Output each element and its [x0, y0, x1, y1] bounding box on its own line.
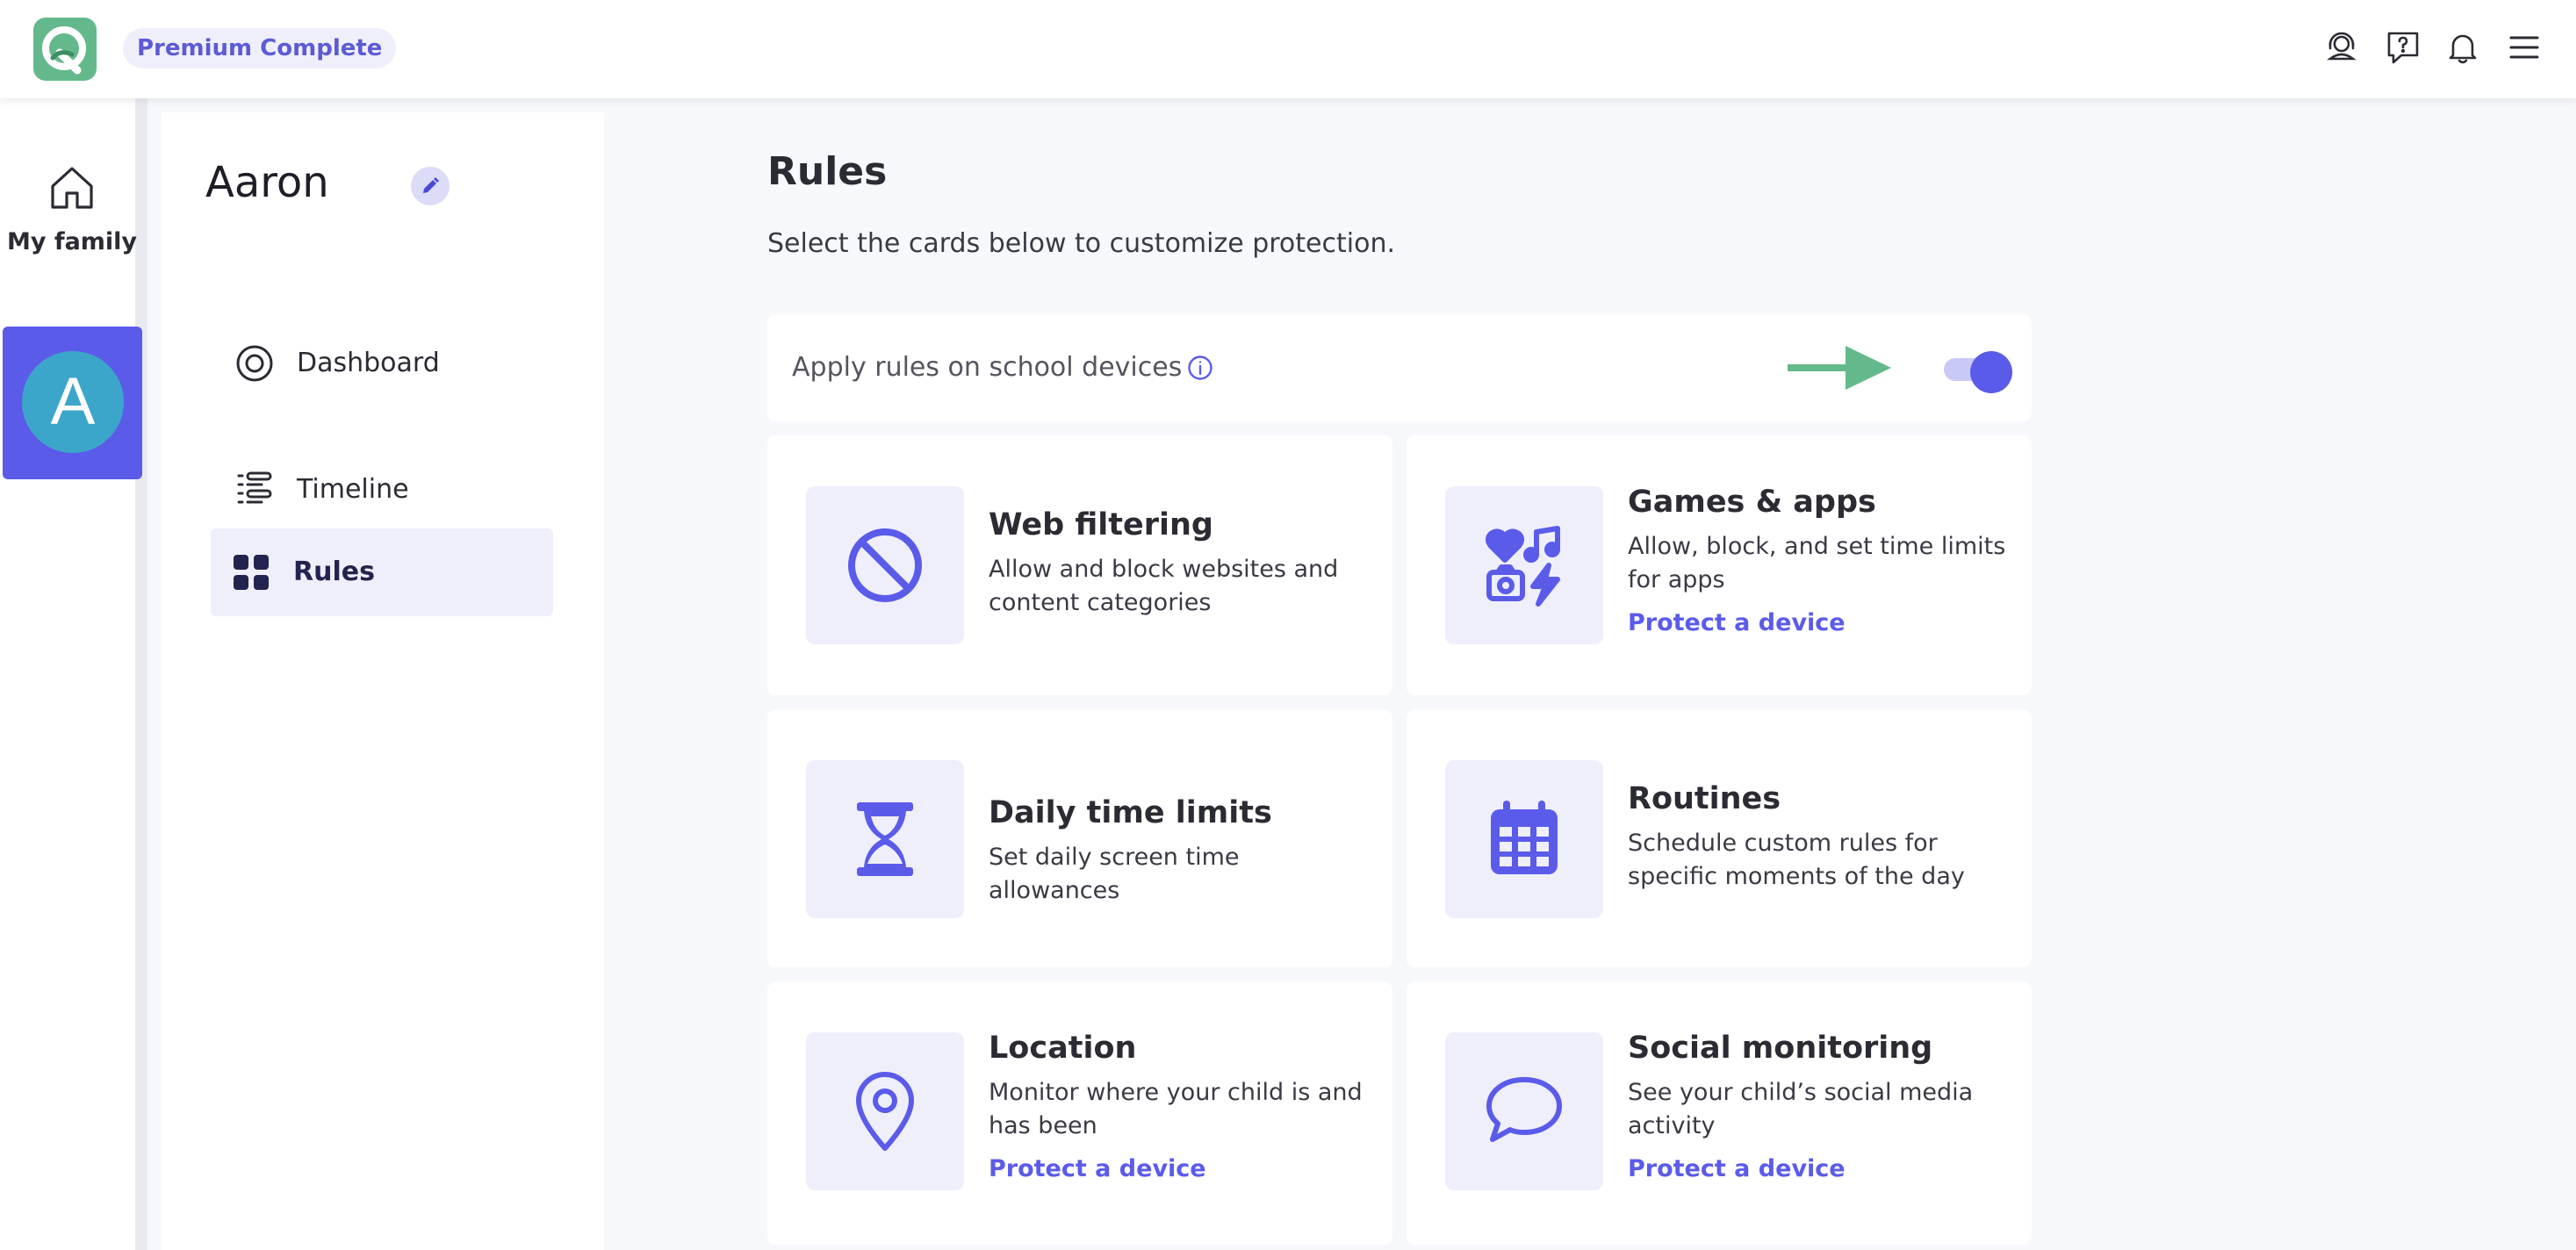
profile-name: Aaron: [205, 158, 329, 207]
card-title: Location: [989, 1031, 1137, 1066]
card-games-apps[interactable]: Games & apps Allow, block, and set time …: [1407, 435, 2032, 695]
nav-timeline[interactable]: Timeline: [211, 446, 553, 534]
card-icon-box: [1445, 760, 1603, 918]
my-family-link[interactable]: My family: [0, 226, 144, 258]
card-title: Social monitoring: [1628, 1031, 1933, 1066]
page-title: Rules: [767, 149, 888, 194]
block-icon: [848, 528, 922, 602]
card-icon-box: [1445, 486, 1603, 644]
plan-badge: Premium Complete: [123, 28, 397, 68]
protect-device-link[interactable]: Protect a device: [989, 1153, 1375, 1185]
hourglass-icon: [857, 802, 913, 876]
menu-icon[interactable]: [2506, 29, 2543, 66]
top-bar: Premium Complete: [0, 0, 2576, 98]
nav-rules-label: Rules: [293, 557, 375, 587]
card-routines[interactable]: Routines Schedule custom rules for speci…: [1407, 709, 2032, 967]
logo-icon: [42, 26, 86, 75]
card-description: Allow and block websites and content cat…: [989, 556, 1339, 616]
edit-profile-button[interactable]: [411, 167, 450, 205]
apps-icon: [1486, 526, 1560, 607]
card-title: Web filtering: [989, 507, 1213, 542]
grid-icon: [232, 553, 270, 592]
card-daily-time-limits[interactable]: Daily time limits Set daily screen time …: [767, 709, 1392, 967]
card-description: Allow, block, and set time limits for ap…: [1628, 533, 2006, 593]
dashboard-icon: [235, 344, 274, 383]
chat-bubble-icon: [1486, 1077, 1562, 1142]
arrow-annotation-icon: [1788, 344, 1893, 392]
protect-device-link[interactable]: Protect a device: [1628, 607, 2014, 639]
card-description: See your child’s social media activity: [1628, 1079, 1974, 1139]
nav-dashboard-label: Dashboard: [297, 348, 440, 378]
avatar: A: [22, 351, 124, 453]
info-icon[interactable]: [1187, 355, 1213, 381]
school-devices-setting: Apply rules on school devices: [767, 314, 2032, 421]
card-icon-box: [1445, 1032, 1603, 1190]
location-pin-icon: [856, 1072, 914, 1151]
home-icon[interactable]: [46, 162, 98, 214]
family-member-tile[interactable]: A: [3, 327, 142, 479]
card-title: Routines: [1628, 781, 1781, 816]
card-description: Monitor where your child is and has been: [989, 1079, 1363, 1139]
timeline-icon: [235, 471, 274, 509]
card-title: Daily time limits: [989, 795, 1272, 830]
card-description: Set daily screen time allowances: [989, 844, 1240, 904]
profile-panel: Aaron Dashboard Timeline Rules: [162, 112, 604, 1250]
school-devices-toggle[interactable]: [1944, 351, 2012, 393]
pencil-icon: [423, 177, 439, 193]
toggle-knob: [1970, 351, 2012, 393]
card-title: Games & apps: [1628, 485, 1876, 520]
card-description: Schedule custom rules for specific momen…: [1628, 830, 1965, 890]
page-subtitle: Select the cards below to customize prot…: [767, 228, 1396, 259]
nav-timeline-label: Timeline: [297, 474, 409, 505]
nav-rules[interactable]: Rules: [211, 528, 553, 616]
app-logo[interactable]: [33, 18, 97, 81]
nav-dashboard[interactable]: Dashboard: [211, 320, 553, 407]
card-social-monitoring[interactable]: Social monitoring See your child’s socia…: [1407, 981, 2032, 1245]
card-web-filtering[interactable]: Web filtering Allow and block websites a…: [767, 435, 1392, 695]
card-location[interactable]: Location Monitor where your child is and…: [767, 981, 1392, 1245]
protect-device-link[interactable]: Protect a device: [1628, 1153, 2014, 1185]
school-devices-label: Apply rules on school devices: [792, 352, 1183, 383]
card-icon-box: [806, 1032, 964, 1190]
bell-icon[interactable]: [2444, 29, 2481, 66]
support-agent-icon[interactable]: [2323, 29, 2360, 66]
card-icon-box: [806, 486, 964, 644]
help-icon[interactable]: [2385, 29, 2421, 66]
family-rail: My family A: [0, 98, 148, 1250]
card-icon-box: [806, 760, 964, 918]
calendar-icon: [1491, 801, 1558, 874]
